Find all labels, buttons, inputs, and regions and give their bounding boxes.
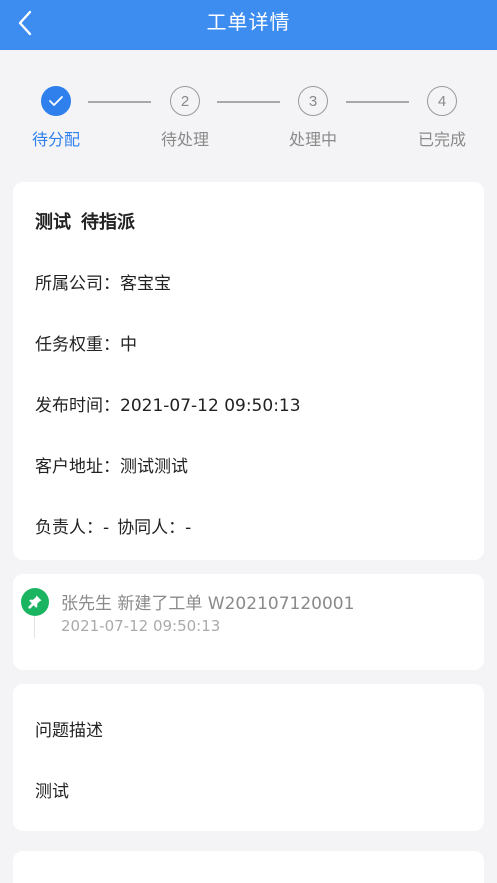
step-2-circle: 2 <box>170 86 200 116</box>
publish-time-label: 发布时间： <box>35 396 120 416</box>
weight-value: 中 <box>120 335 137 355</box>
weight-label: 任务权重： <box>35 335 120 355</box>
company-row: 所属公司：客宝宝 <box>35 269 171 294</box>
step-1-label: 待分配 <box>31 130 80 149</box>
address-value: 测试测试 <box>120 457 188 477</box>
log-time: 2021-07-12 09:50:13 <box>61 617 221 635</box>
step-1-circle <box>41 86 71 116</box>
ticket-detail-card: 测试 待指派 所属公司：客宝宝 任务权重：中 发布时间：2021-07-12 09… <box>13 182 484 560</box>
step-3-label: 处理中 <box>288 130 337 149</box>
step-2-label: 待处理 <box>160 130 209 149</box>
address-label: 客户地址： <box>35 457 120 477</box>
ticket-name: 测试 <box>35 212 71 233</box>
description-card: 问题描述 测试 <box>13 684 484 831</box>
assist-value: - <box>185 518 192 538</box>
step-4-label: 已完成 <box>417 130 466 149</box>
company-label: 所属公司： <box>35 274 120 294</box>
owner-value: - <box>103 518 110 538</box>
weight-row: 任务权重：中 <box>35 330 137 355</box>
page-title: 工单详情 <box>206 10 291 34</box>
publish-time-value: 2021-07-12 09:50:13 <box>120 396 301 416</box>
description-value: 测试 <box>35 782 69 802</box>
check-icon <box>49 96 63 106</box>
timeline-line <box>34 616 35 638</box>
description-label: 问题描述 <box>35 721 103 741</box>
activity-log-card: 张先生 新建了工单 W202107120001 2021-07-12 09:50… <box>13 574 484 670</box>
step-connector <box>346 101 409 103</box>
nav-bar: 工单详情 <box>0 0 497 50</box>
log-text: 张先生 新建了工单 W202107120001 <box>61 594 355 614</box>
owner-label: 负责人： <box>35 518 103 538</box>
assist-label: 协同人： <box>117 518 186 538</box>
ticket-title-row: 测试 待指派 <box>35 208 135 234</box>
step-4-circle: 4 <box>427 86 457 116</box>
address-row: 客户地址：测试测试 <box>35 452 188 477</box>
next-card <box>13 851 484 883</box>
step-3-circle: 3 <box>298 86 328 116</box>
company-value: 客宝宝 <box>120 274 171 294</box>
step-connector <box>217 101 280 103</box>
owner-row: 负责人：- 协同人：- <box>35 513 191 538</box>
ticket-status: 待指派 <box>81 212 135 233</box>
progress-steps: 2 3 4 待分配 待处理 处理中 已完成 <box>0 86 497 156</box>
publish-time-row: 发布时间：2021-07-12 09:50:13 <box>35 391 301 416</box>
step-connector <box>88 101 151 103</box>
pin-icon <box>21 588 49 616</box>
